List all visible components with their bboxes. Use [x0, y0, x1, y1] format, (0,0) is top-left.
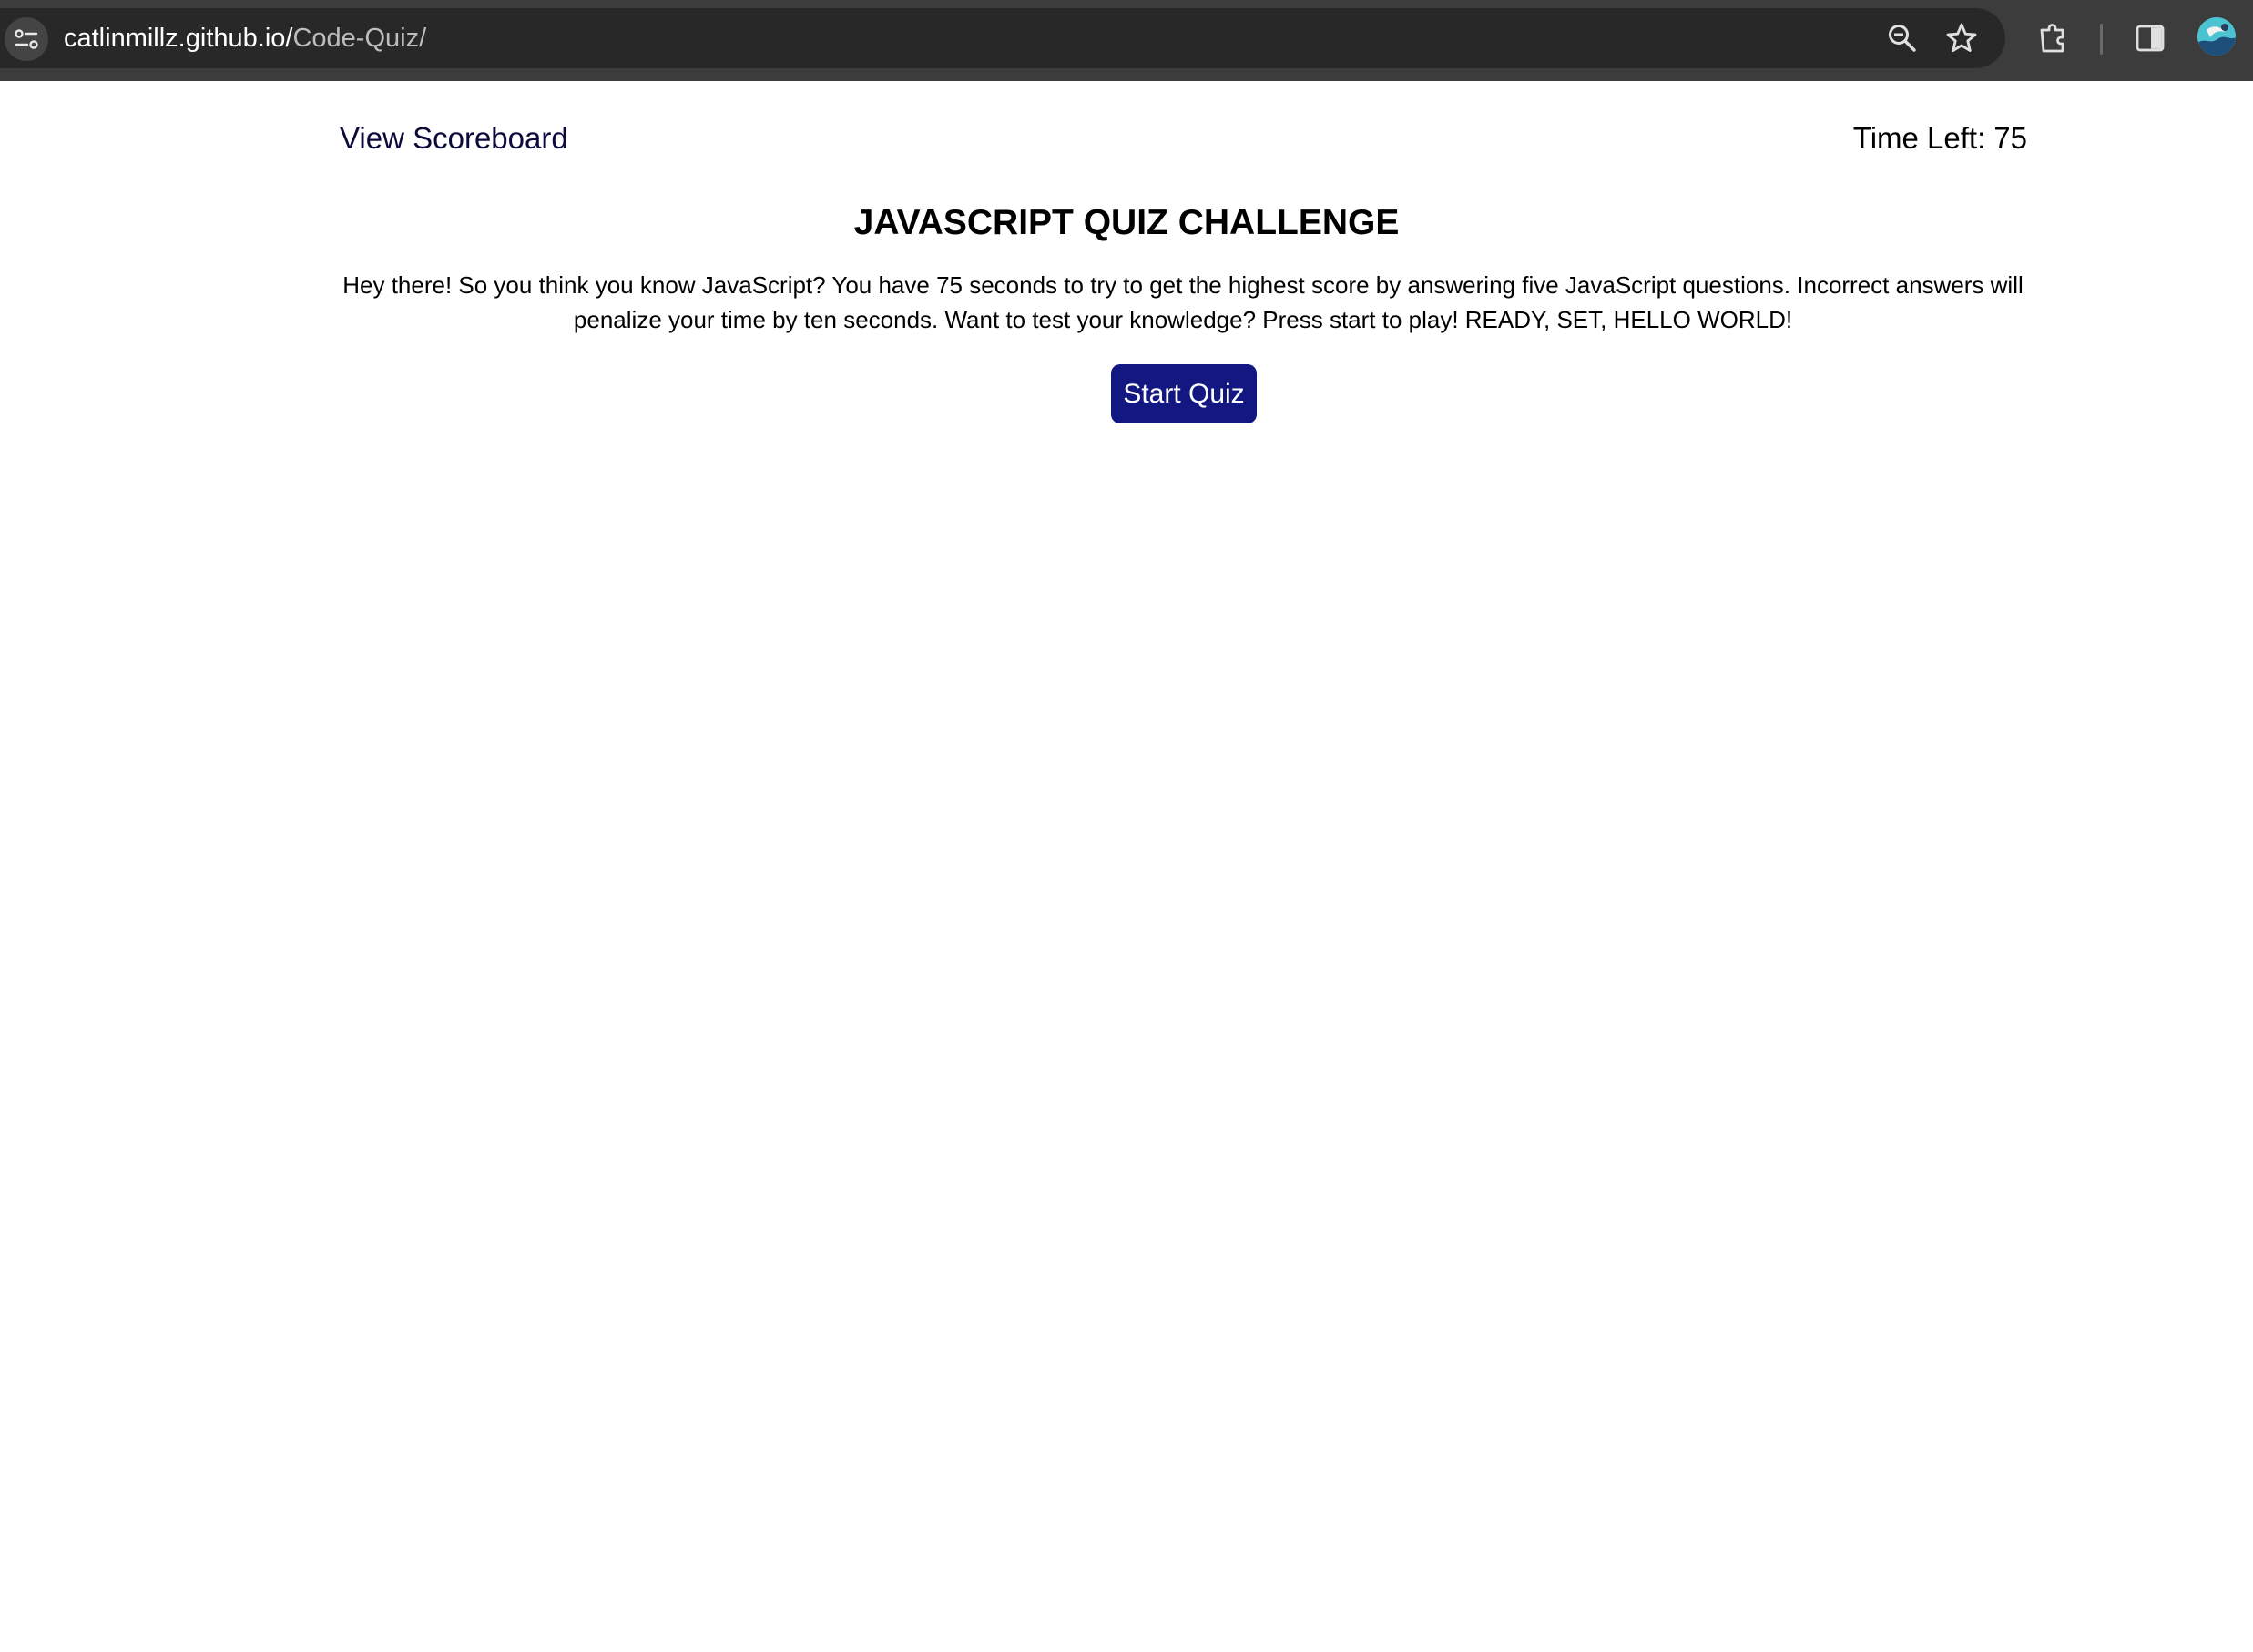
side-panel-icon[interactable] — [2130, 18, 2170, 58]
timer-label: Time Left: — [1852, 121, 1986, 155]
timer-value: 75 — [1993, 121, 2027, 155]
extensions-puzzle-icon[interactable] — [2034, 18, 2074, 58]
page-title: JAVASCRIPT QUIZ CHALLENGE — [853, 203, 1400, 242]
intro-text: Hey there! So you think you know JavaScr… — [342, 271, 2024, 333]
page-content: View Scoreboard Time Left: 75 JAVASCRIPT … — [0, 81, 2253, 1652]
address-bar[interactable]: catlinmillz.github.io/Code-Quiz/ — [0, 8, 2005, 68]
browser-toolbar: catlinmillz.github.io/Code-Quiz/ — [0, 0, 2253, 81]
toolbar-divider — [2100, 24, 2103, 55]
url-text[interactable]: catlinmillz.github.io/Code-Quiz/ — [64, 23, 426, 54]
profile-avatar[interactable] — [2197, 17, 2236, 56]
site-settings-icon[interactable] — [5, 17, 48, 61]
start-quiz-button[interactable]: Start Quiz — [1111, 364, 1257, 423]
zoom-out-icon[interactable] — [1882, 18, 1922, 58]
url-host: catlinmillz.github.io/ — [64, 24, 293, 53]
bookmark-star-icon[interactable] — [1942, 18, 1982, 58]
url-path: Code-Quiz/ — [292, 24, 427, 53]
view-scoreboard-link[interactable]: View Scoreboard — [340, 121, 568, 156]
timer: Time Left: 75 — [1853, 121, 2027, 156]
